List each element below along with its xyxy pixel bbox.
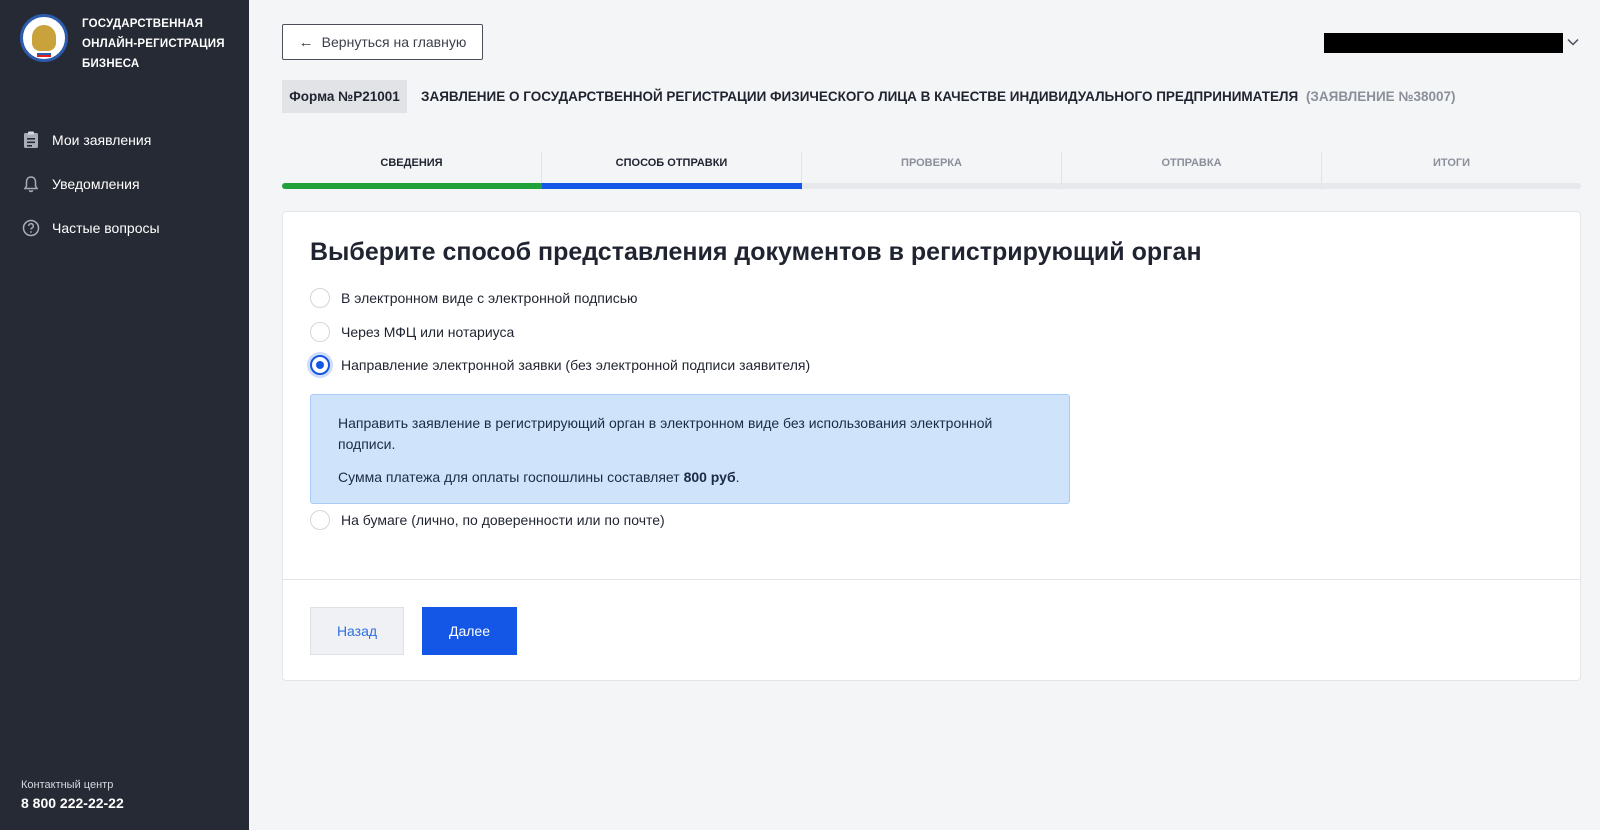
page-title: ЗАЯВЛЕНИЕ О ГОСУДАРСТВЕННОЙ РЕГИСТРАЦИИ … [421, 89, 1456, 104]
option-label: Через МФЦ или нотариуса [341, 324, 515, 340]
progress-completed-segment [282, 183, 542, 189]
question-circle-icon [22, 219, 40, 237]
brand-line-3: БИЗНЕСА [82, 58, 140, 70]
contact-label: Контактный центр [21, 779, 114, 791]
application-number: (ЗАЯВЛЕНИЕ №38007) [1305, 89, 1456, 104]
next-button[interactable]: Далее [422, 607, 517, 655]
option-paper[interactable]: На бумаге (лично, по доверенности или по… [310, 510, 665, 530]
radio-button-selected[interactable] [310, 355, 330, 375]
back-to-home-label: Вернуться на главную [321, 34, 467, 50]
sidebar-item-notifications[interactable]: Уведомления [0, 162, 249, 206]
divider [283, 579, 1580, 580]
back-to-home-button[interactable]: ← Вернуться на главную [282, 24, 483, 60]
user-menu[interactable] [1324, 33, 1579, 53]
sidebar-nav: Мои заявления Уведомления Частые вопросы [0, 118, 249, 250]
form-tag: Форма №Р21001 [282, 80, 407, 113]
info-text: Направить заявление в регистрирующий орг… [338, 415, 993, 452]
brand-name: ГОСУДАРСТВЕННАЯ ОНЛАЙН-РЕГИСТРАЦИЯ БИЗНЕ… [82, 14, 225, 74]
radio-button[interactable] [310, 510, 330, 530]
fee-text: Сумма платежа для оплаты госпошлины сост… [338, 467, 1042, 488]
radio-button[interactable] [310, 288, 330, 308]
fee-prefix: Сумма платежа для оплаты госпошлины сост… [338, 469, 684, 485]
chevron-down-icon [1567, 38, 1579, 46]
brand-line-1: ГОСУДАРСТВЕННАЯ [82, 18, 204, 30]
option-mfc-notary[interactable]: Через МФЦ или нотариуса [310, 322, 514, 342]
emblem-logo [20, 14, 68, 62]
form-title-text: ЗАЯВЛЕНИЕ О ГОСУДАРСТВЕННОЙ РЕГИСТРАЦИИ … [421, 89, 1299, 104]
progress-current-segment [541, 183, 802, 189]
brand-line-2: ОНЛАЙН-РЕГИСТРАЦИЯ [82, 38, 225, 50]
back-button[interactable]: Назад [310, 607, 404, 655]
sidebar-item-label: Мои заявления [52, 132, 152, 148]
fee-amount: 800 руб [683, 469, 736, 485]
option-label: В электронном виде с электронной подпись… [341, 290, 638, 306]
sidebar-item-my-applications[interactable]: Мои заявления [0, 118, 249, 162]
delivery-method-card: Выберите способ представления документов… [282, 211, 1581, 681]
sidebar-item-label: Уведомления [52, 176, 140, 192]
redacted-user-name [1324, 33, 1563, 53]
section-title: Выберите способ представления документов… [310, 238, 1202, 266]
option-label: На бумаге (лично, по доверенности или по… [341, 512, 665, 528]
option-electronic-request[interactable]: Направление электронной заявки (без элек… [310, 355, 810, 375]
sidebar-item-faq[interactable]: Частые вопросы [0, 206, 249, 250]
radio-button[interactable] [310, 322, 330, 342]
bell-icon [22, 175, 40, 193]
contact-phone[interactable]: 8 800 222-22-22 [21, 795, 124, 811]
option-label: Направление электронной заявки (без элек… [341, 357, 811, 373]
info-box: Направить заявление в регистрирующий орг… [310, 394, 1070, 504]
contact-center: Контактный центр 8 800 222-22-22 [21, 779, 124, 811]
arrow-left-icon: ← [298, 33, 314, 51]
brand[interactable]: ГОСУДАРСТВЕННАЯ ОНЛАЙН-РЕГИСТРАЦИЯ БИЗНЕ… [20, 14, 225, 74]
option-electronic-signature[interactable]: В электронном виде с электронной подпись… [310, 288, 637, 308]
fee-suffix: . [735, 469, 740, 485]
sidebar-item-label: Частые вопросы [52, 220, 160, 236]
clipboard-icon [22, 131, 40, 149]
sidebar: ГОСУДАРСТВЕННАЯ ОНЛАЙН-РЕГИСТРАЦИЯ БИЗНЕ… [0, 0, 249, 830]
step-progress-bar [282, 183, 1581, 189]
